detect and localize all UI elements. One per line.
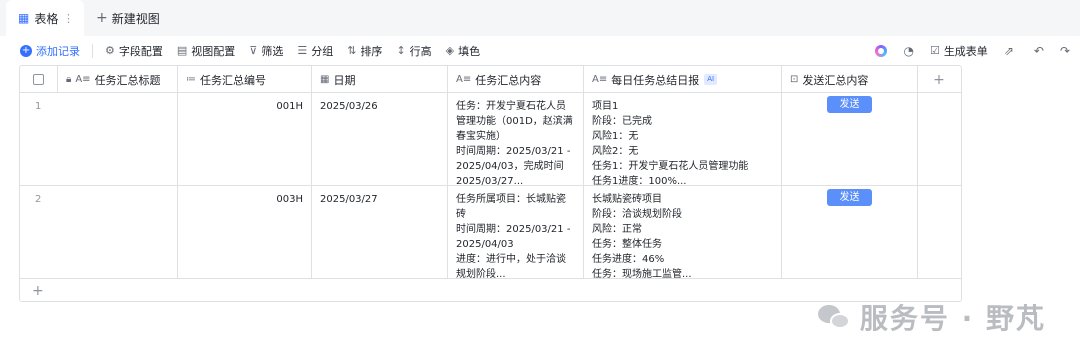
group-icon: ☰	[297, 44, 308, 57]
lock-icon: 🔒︎	[66, 74, 72, 85]
column-header-label: 日期	[333, 73, 356, 87]
automation-icon[interactable]: ◔	[903, 44, 913, 58]
column-header-label: 发送汇总内容	[802, 73, 869, 87]
toolbar: + 添加记录 ⚙ 字段配置 ▤ 视图配置 ⊽ 筛选 ☰ 分组 ⇅ 排序 ↕ 行高…	[0, 36, 1080, 65]
redo-icon[interactable]: ↷	[1060, 44, 1070, 58]
column-header-label: 任务汇总标题	[94, 73, 161, 87]
column-header-label: 任务汇总编号	[200, 73, 266, 87]
column-header-label: 任务汇总内容	[475, 73, 542, 87]
ai-badge: AI	[704, 74, 718, 85]
filter-button[interactable]: ⊽ 筛选	[249, 43, 283, 59]
undo-icon[interactable]: ↶	[1034, 44, 1044, 58]
share-icon[interactable]: ⇗	[1004, 44, 1014, 58]
group-label: 分组	[311, 44, 334, 58]
text-icon: A≡	[592, 74, 608, 85]
filter-label: 筛选	[261, 44, 284, 58]
content-text: 任务所属项目：长城贴瓷砖 时间周期：2025/03/21 - 2025/04/0…	[456, 194, 571, 278]
view-config-icon: ▤	[176, 44, 188, 57]
add-record-label: 添加记录	[36, 44, 80, 58]
view-tabs: ▦ 表格 ⋮ + 新建视图	[0, 0, 1080, 36]
watermark-text: 服务号 · 野芃	[859, 302, 1046, 335]
column-header-send[interactable]: ⊡ 发送汇总内容	[782, 66, 918, 93]
generate-form-label: 生成表单	[943, 44, 988, 58]
send-cell: 发送	[782, 186, 918, 278]
gear-icon: ⚙	[105, 44, 115, 57]
code-cell[interactable]: 003H	[178, 186, 312, 278]
sort-icon: ⇅	[347, 44, 357, 57]
report-cell[interactable]: 项目1 阶段：已完成 风险1：无 风险2：无 任务1：开发宁夏石花人员管理功能 …	[584, 93, 782, 185]
button-field-icon: ⊡	[790, 74, 799, 85]
code-cell[interactable]: 001H	[178, 93, 312, 185]
sort-label: 排序	[360, 44, 383, 58]
column-header-content[interactable]: A≡ 任务汇总内容	[448, 66, 584, 93]
field-config-label: 字段配置	[118, 44, 163, 58]
send-button[interactable]: 发送	[827, 96, 872, 113]
column-header-title[interactable]: 🔒︎ A≡ 任务汇总标题	[58, 66, 178, 93]
ai-assistant-icon[interactable]	[875, 44, 888, 57]
table-icon: ▦	[18, 11, 30, 25]
report-cell[interactable]: 长城贴瓷砖项目 阶段：洽谈规划阶段 风险：正常 任务：整体任务 任务进度：46%…	[584, 186, 782, 278]
date-cell[interactable]: 2025/03/27	[312, 186, 448, 278]
add-record-button[interactable]: + 添加记录	[20, 43, 80, 59]
header-row: 🔒︎ A≡ 任务汇总标题 ≔ 任务汇总编号 ▦ 日期 A≡ 任务汇总内容 A≡ …	[20, 66, 961, 93]
table-board: 🔒︎ A≡ 任务汇总标题 ≔ 任务汇总编号 ▦ 日期 A≡ 任务汇总内容 A≡ …	[0, 65, 1080, 363]
watermark: 服务号 · 野芃	[817, 297, 1046, 337]
select-all-cell[interactable]	[20, 66, 58, 93]
select-all-checkbox[interactable]	[33, 74, 44, 85]
group-button[interactable]: ☰ 分组	[297, 43, 333, 59]
toolbar-right: ◔ ☑ 生成表单 ⇗ ↶ ↷	[875, 36, 1070, 65]
date-cell[interactable]: 2025/03/26	[312, 93, 448, 185]
send-button[interactable]: 发送	[827, 189, 872, 206]
content-cell[interactable]: 任务：开发宁夏石花人员管理功能（001D，赵滨满春宝实施） 时间周期：2025/…	[448, 93, 584, 185]
data-grid: 🔒︎ A≡ 任务汇总标题 ≔ 任务汇总编号 ▦ 日期 A≡ 任务汇总内容 A≡ …	[19, 65, 962, 302]
column-header-code[interactable]: ≔ 任务汇总编号	[178, 66, 312, 93]
row-height-label: 行高	[409, 44, 432, 58]
row-height-button[interactable]: ↕ 行高	[396, 43, 431, 59]
report-text: 项目1 阶段：已完成 风险1：无 风险2：无 任务1：开发宁夏石花人员管理功能 …	[592, 101, 749, 185]
plus-icon: +	[96, 10, 108, 26]
content-text: 任务：开发宁夏石花人员管理功能（001D，赵滨满春宝实施） 时间周期：2025/…	[456, 101, 573, 185]
filter-icon: ⊽	[249, 44, 258, 57]
table-row[interactable]: 1 001H 2025/03/26 任务：开发宁夏石花人员管理功能（001D，赵…	[20, 93, 961, 186]
tab-table[interactable]: ▦ 表格 ⋮	[6, 0, 84, 36]
view-config-label: 视图配置	[191, 44, 236, 58]
date-icon: ▦	[320, 74, 330, 85]
text-icon: A≡	[456, 74, 472, 85]
number-icon: ≔	[186, 74, 196, 85]
column-header-report[interactable]: A≡ 每日任务总结日报 AI	[584, 66, 782, 93]
new-view-button[interactable]: + 新建视图	[96, 0, 160, 36]
paint-bucket-icon: ◈	[445, 44, 455, 57]
send-cell: 发送	[782, 93, 918, 185]
column-header-label: 每日任务总结日报	[611, 73, 700, 87]
more-icon[interactable]: ⋮	[63, 12, 74, 25]
generate-form-button[interactable]: ☑ 生成表单	[930, 43, 988, 59]
tab-table-label: 表格	[34, 11, 59, 26]
new-view-label: 新建视图	[111, 11, 160, 26]
table-row[interactable]: 2 003H 2025/03/27 任务所属项目：长城贴瓷砖 时间周期：2025…	[20, 186, 961, 279]
view-config-button[interactable]: ▤ 视图配置	[177, 43, 235, 59]
fill-color-label: 填色	[458, 44, 481, 58]
row-height-icon: ↕	[396, 44, 406, 57]
title-cell[interactable]	[58, 186, 178, 278]
content-cell[interactable]: 任务所属项目：长城贴瓷砖 时间周期：2025/03/21 - 2025/04/0…	[448, 186, 584, 278]
column-header-date[interactable]: ▦ 日期	[312, 66, 448, 93]
sort-button[interactable]: ⇅ 排序	[347, 43, 382, 59]
title-cell[interactable]	[58, 93, 178, 185]
field-config-button[interactable]: ⚙ 字段配置	[105, 43, 163, 59]
form-icon: ☑	[929, 44, 940, 57]
toolbar-divider	[92, 43, 93, 58]
row-number: 1	[35, 101, 42, 112]
wechat-logo-icon	[817, 303, 852, 331]
row-number: 2	[35, 194, 42, 205]
report-text: 长城贴瓷砖项目 阶段：洽谈规划阶段 风险：正常 任务：整体任务 任务进度：46%…	[592, 194, 692, 278]
fill-color-button[interactable]: ◈ 填色	[446, 43, 480, 59]
text-icon: A≡	[75, 74, 91, 85]
add-column-button[interactable]: +	[917, 66, 961, 93]
add-circle-icon: +	[20, 44, 32, 57]
